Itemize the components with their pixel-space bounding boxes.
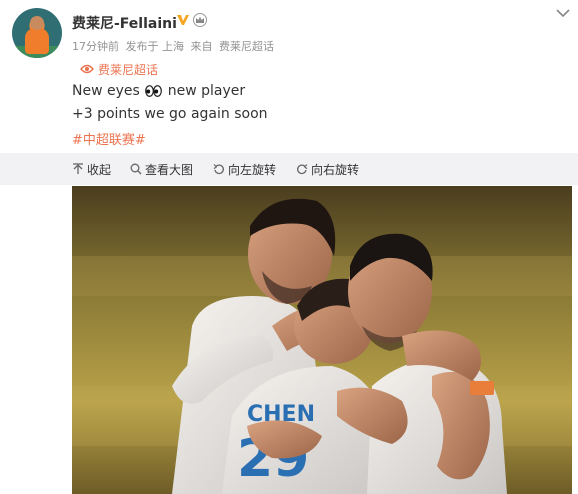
topic-label: 费莱尼超话	[98, 62, 159, 77]
post-text-line-1: New eyes new player	[72, 83, 245, 99]
post-source-link[interactable]: 费莱尼超话	[219, 40, 274, 53]
verified-v-icon[interactable]	[176, 13, 190, 27]
chevron-down-icon[interactable]	[556, 8, 570, 18]
crown-icon[interactable]	[193, 13, 207, 27]
post-text-part: New eyes	[72, 83, 140, 99]
topic-icon	[80, 64, 94, 74]
post-text-line-2: +3 points we go again soon	[72, 106, 268, 122]
collapse-label: 收起	[87, 162, 112, 177]
rotate-right-button[interactable]: 向右旋转	[296, 153, 359, 185]
post-time[interactable]: 17分钟前	[72, 40, 119, 53]
eyes-emoji-icon	[145, 85, 163, 97]
rotate-left-label: 向左旋转	[228, 162, 277, 177]
user-avatar[interactable]	[12, 8, 62, 58]
magnify-icon	[130, 163, 142, 175]
topic-link[interactable]: 费莱尼超话	[80, 60, 158, 78]
hashtag-link[interactable]: #中超联赛#	[72, 129, 146, 148]
post-location: 发布于 上海	[125, 40, 185, 53]
post-meta: 17分钟前 发布于 上海 来自 费莱尼超话	[72, 38, 277, 54]
photo-illustration: CHEN 29	[72, 186, 572, 494]
post-text-part: new player	[167, 83, 246, 99]
collapse-button[interactable]: 收起	[72, 153, 111, 185]
rotate-right-label: 向右旋转	[311, 162, 360, 177]
weibo-post: 费莱尼-Fellaini 17分钟前 发布于 上海 来自 费莱尼超话 费莱尼超话…	[0, 0, 578, 494]
view-large-button[interactable]: 查看大图	[130, 153, 193, 185]
rotate-right-icon	[297, 164, 308, 175]
username-link[interactable]: 费莱尼-Fellaini	[72, 13, 177, 33]
rotate-left-icon	[213, 164, 224, 175]
image-toolbar: 收起 查看大图 向左旋转 向右旋转	[0, 153, 578, 185]
rotate-left-button[interactable]: 向左旋转	[213, 153, 276, 185]
collapse-arrow-icon	[73, 163, 83, 174]
post-source-prefix: 来自	[190, 40, 213, 53]
view-large-label: 查看大图	[145, 162, 194, 177]
post-photo[interactable]: CHEN 29	[72, 186, 572, 494]
